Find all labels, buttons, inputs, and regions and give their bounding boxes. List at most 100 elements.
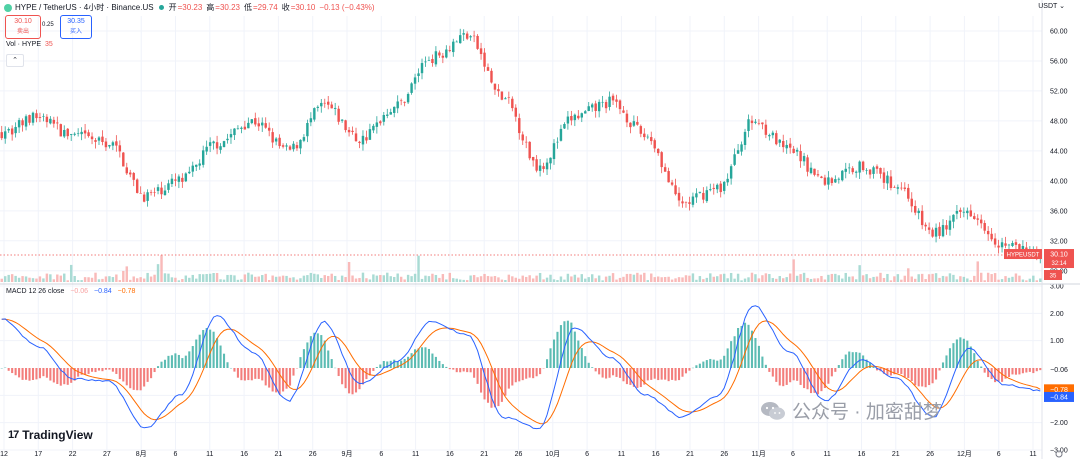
candle-body <box>205 146 208 152</box>
macd-hist-bar <box>309 336 312 368</box>
volume-bar <box>257 276 260 282</box>
candle-body <box>584 111 587 114</box>
symbol-title[interactable]: HYPE / TetherUS · 4小时 · Binance.US <box>15 1 154 14</box>
macd-hist-bar <box>490 368 493 408</box>
volume-bar <box>587 277 590 282</box>
volume-bar <box>792 259 795 282</box>
currency-selector[interactable]: USDT ⌄ <box>1038 2 1065 10</box>
volume-bar <box>504 280 507 282</box>
volume-bar <box>733 278 736 282</box>
volume-bar <box>104 276 108 282</box>
watermark-text: 公众号 · 加密甜梦 <box>792 402 942 423</box>
candle-body <box>167 183 170 190</box>
volume-bar <box>146 272 149 282</box>
volume-bar <box>337 279 340 282</box>
candle-body <box>201 150 205 165</box>
collapse-legend-button[interactable]: ⌃ <box>6 54 24 67</box>
volume-bar <box>406 274 410 282</box>
macd-hist-bar <box>743 322 747 368</box>
macd-hist-bar <box>959 337 962 368</box>
sell-price: 30.10 <box>14 18 32 25</box>
macd-hist-bar <box>1014 368 1017 375</box>
macd-hist-bar <box>855 352 858 368</box>
volume-bar <box>410 276 413 282</box>
candle-body <box>177 176 181 182</box>
volume-bar <box>261 275 264 282</box>
macd-hist-bar <box>177 354 180 368</box>
chart-root[interactable]: 12 17 22 27 8月 6 11 16 21 26 9月 6 11 16 21 26 10月 6 11 16 21… <box>0 0 1080 459</box>
volume-bar <box>518 278 521 282</box>
volume-bar <box>52 279 56 282</box>
macd-hist-bar <box>684 368 688 374</box>
macd-value-badge-value: −0.84 <box>1050 394 1068 401</box>
x-tick-label: 11 <box>1029 451 1036 458</box>
macd-hist-bar <box>556 331 559 368</box>
volume-bar <box>243 274 247 282</box>
volume-bar <box>667 276 670 282</box>
macd-legend-macd: −0.84 <box>93 288 112 295</box>
candle-body <box>740 144 743 152</box>
volume-bar <box>722 273 726 282</box>
candle-body <box>261 122 264 126</box>
volume-bar <box>302 275 306 282</box>
candle-body <box>959 209 962 212</box>
candle-body <box>611 95 615 101</box>
tradingview-logo[interactable]: 17 TradingView <box>8 428 93 442</box>
buy-button[interactable]: 30.35 买入 <box>60 15 92 39</box>
volume-bar <box>768 274 771 282</box>
macd-hist-bar <box>1011 368 1014 375</box>
volume-bar <box>10 274 14 282</box>
volume-bar <box>590 274 594 282</box>
volume-bar <box>552 279 556 282</box>
volume-bar <box>952 274 955 282</box>
candle-body <box>240 127 243 129</box>
volume-bar <box>524 276 528 282</box>
candle-body <box>785 144 788 149</box>
volume-bar <box>948 273 952 282</box>
candle-body <box>518 118 521 134</box>
volume-bar <box>49 274 52 282</box>
candle-body <box>924 224 927 227</box>
candle-body <box>459 35 462 44</box>
macd-hist-bar <box>38 368 41 379</box>
volume-legend[interactable]: Vol · HYPE 35 <box>6 41 53 48</box>
macd-hist-bar <box>316 333 319 368</box>
candle-body <box>156 187 160 191</box>
macd-legend[interactable]: MACD 12 26 close −0.06 −0.84 −0.78 <box>6 288 139 295</box>
candle-body <box>115 141 118 146</box>
candle-body <box>705 190 709 202</box>
candle-body <box>222 141 226 148</box>
candle-body <box>292 143 295 150</box>
volume-bar <box>208 273 212 282</box>
volume-bar <box>955 279 959 282</box>
candle-body <box>149 192 153 193</box>
macd-hist-bar <box>56 368 59 385</box>
volume-bar <box>618 277 622 282</box>
candle-body <box>191 165 194 172</box>
volume-bar <box>306 275 309 282</box>
macd-hist-bar <box>976 360 979 368</box>
volume-bar <box>938 277 941 282</box>
volume-bar <box>500 279 504 282</box>
volume-bar <box>799 274 802 282</box>
volume-bar <box>615 279 618 282</box>
candle-body <box>10 128 14 135</box>
candle-body <box>528 141 531 159</box>
volume-bar <box>472 275 476 282</box>
macd-hist-bar <box>268 368 271 388</box>
candle-body <box>719 183 722 193</box>
candle-body <box>941 225 945 237</box>
macd-hist-bar <box>420 347 424 368</box>
candle-body <box>990 233 993 240</box>
macd-hist-bar <box>247 368 250 381</box>
candle-body <box>333 107 337 109</box>
candle-body <box>674 185 677 195</box>
macd-hist-bar <box>900 368 903 374</box>
macd-hist-bar <box>70 368 73 383</box>
candle-body <box>875 166 879 169</box>
macd-hist-bar <box>709 358 712 368</box>
volume-bar <box>650 273 653 282</box>
sell-button[interactable]: 30.10 卖出 <box>5 15 41 39</box>
macd-hist-bar <box>264 368 267 386</box>
volume-bar <box>212 272 215 282</box>
